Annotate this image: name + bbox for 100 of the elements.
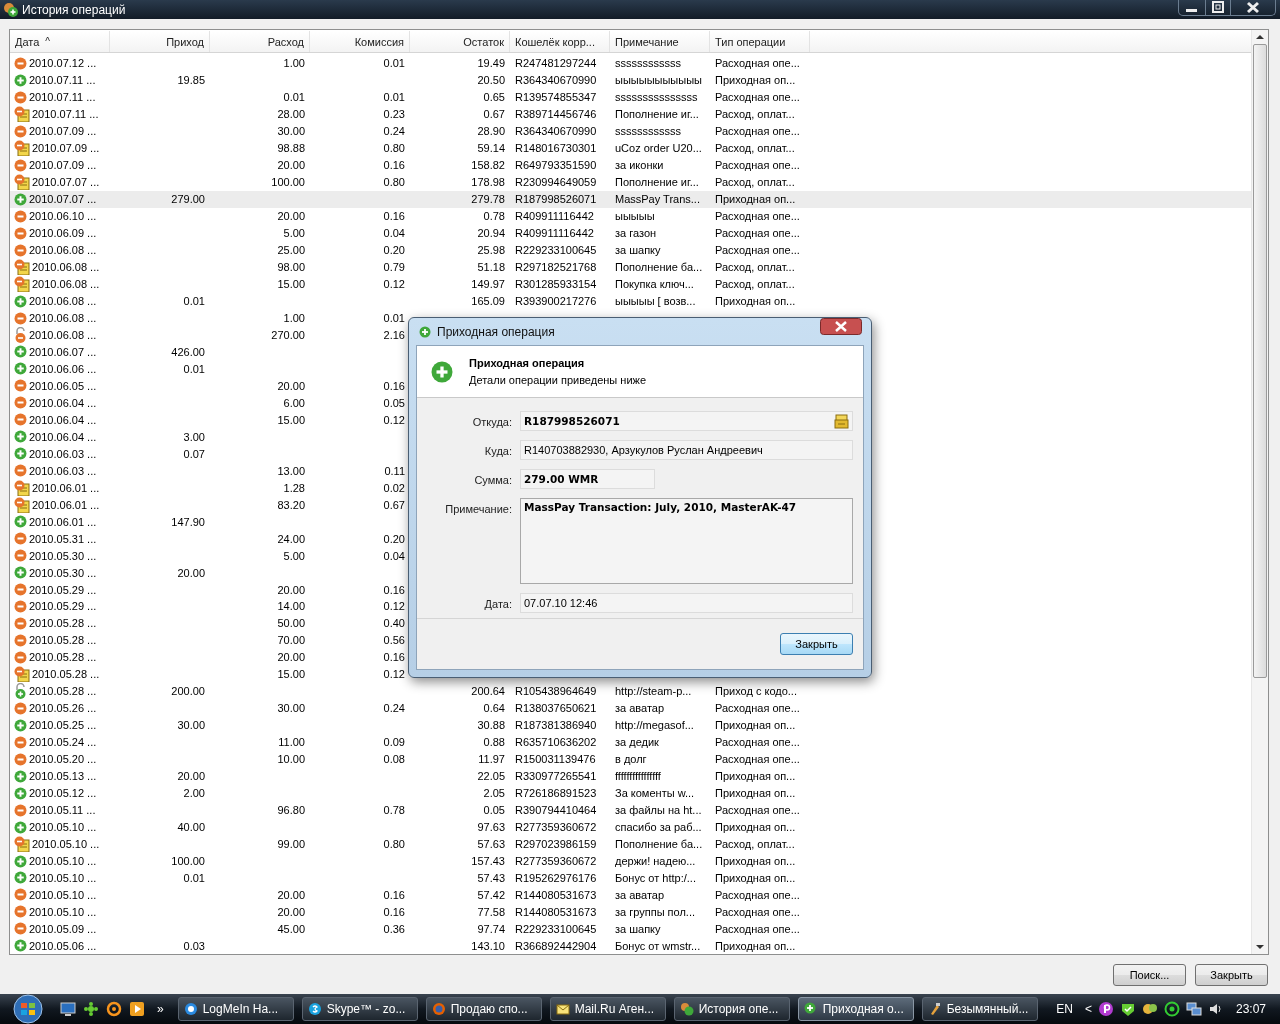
column-header[interactable]: Приход	[110, 31, 210, 52]
column-header[interactable]: Расход	[210, 31, 310, 52]
table-cell: 0.80	[383, 176, 405, 189]
table-cell: R409911116442	[515, 210, 594, 223]
date-cell: 2010.06.08 ...	[32, 261, 100, 274]
date-cell: 2010.06.08 ...	[29, 312, 97, 324]
selected-row[interactable]: 2010.07.07 ... 279.00 279.78 R187998526071 MassPay Trans... Приходная оп...	[10, 190, 1251, 208]
taskbar-button[interactable]: История опе...	[673, 997, 790, 1021]
browser-icon	[431, 1002, 446, 1016]
table-cell: Расходная опе...	[715, 159, 800, 172]
start-icon[interactable]	[10, 994, 46, 1024]
taskbar-button[interactable]: Продаю спо...	[425, 997, 542, 1021]
date-cell: 2010.05.29 ...	[29, 583, 97, 596]
play-icon[interactable]	[129, 1001, 145, 1017]
table-cell: 0.07	[183, 447, 205, 460]
text-field[interactable]: R140703882930, Арзукулов Руслан Андреевич	[520, 440, 853, 460]
taskbar-button[interactable]: LogMeIn На...	[177, 997, 294, 1021]
table-cell: за файлы на ht...	[615, 804, 702, 817]
table-cell: за группы пол...	[615, 905, 696, 918]
table-cell: 77.58	[477, 905, 505, 918]
date-cell: 2010.05.10 ...	[29, 821, 97, 834]
search-button[interactable]: Поиск...	[1113, 963, 1186, 986]
date-cell: 2010.06.05 ...	[29, 379, 97, 392]
date-cell: 2010.06.04 ...	[29, 413, 97, 426]
table-cell: R148016730301	[515, 142, 597, 155]
tray-expand-button[interactable]: <	[1084, 1002, 1092, 1016]
table-cell: ssssssssssss	[615, 125, 681, 138]
text-field[interactable]: 279.00 WMR	[520, 469, 655, 489]
table-cell: Пополнение иг...	[615, 176, 699, 189]
table-cell: Пополнение ба...	[615, 838, 703, 851]
table-cell: 13.00	[277, 464, 305, 477]
table-cell: Приход с кодо...	[715, 685, 797, 698]
people-icon[interactable]	[1141, 1001, 1158, 1017]
monitor-icon[interactable]	[60, 1001, 76, 1017]
table-cell: 24.00	[277, 532, 305, 545]
table-cell: Расход, оплат...	[715, 838, 795, 851]
coins-icon	[679, 1002, 694, 1016]
note-field[interactable]: MassPay Transaction: July, 2010, MasterAK-47	[520, 498, 853, 584]
date-cell: 2010.05.10 ...	[32, 838, 100, 851]
table-cell: 14.00	[277, 600, 305, 613]
language-indicator[interactable]: EN	[1056, 1002, 1073, 1016]
table-cell: 0.12	[383, 278, 405, 291]
document-minus-icon	[14, 276, 30, 293]
column-header[interactable]: Тип операции	[710, 31, 810, 52]
table-cell: 426.00	[171, 345, 205, 358]
plus-circle-icon	[14, 786, 27, 800]
table-cell: 0.11	[384, 464, 405, 477]
table-cell: 0.65	[483, 91, 505, 104]
table-cell: R635710636202	[515, 736, 597, 749]
date-cell: 2010.05.30 ...	[29, 566, 97, 579]
table-cell: 0.20	[383, 532, 405, 545]
close-icon[interactable]	[820, 318, 862, 335]
table-cell: 51.18	[477, 261, 505, 274]
taskbar-button[interactable]: Skype™ - zo...	[301, 997, 418, 1021]
table-cell: 25.98	[477, 244, 505, 257]
column-header[interactable]: Дата ^	[10, 31, 110, 52]
table-cell: 0.01	[183, 295, 205, 308]
minus-circle-icon	[14, 549, 27, 563]
table-cell: R229233100645	[515, 922, 597, 935]
date-cell: 2010.06.03 ...	[29, 447, 97, 460]
column-header[interactable]: Остаток	[410, 31, 510, 52]
network-icon[interactable]	[1185, 1001, 1202, 1017]
date-cell: 2010.07.12 ...	[29, 57, 97, 70]
shield-check-icon[interactable]	[1119, 1001, 1136, 1017]
p-circle-icon[interactable]	[1097, 1001, 1114, 1017]
scrollbar-thumb[interactable]	[1253, 44, 1267, 678]
minus-circle-icon	[14, 396, 27, 410]
table-cell: 2.00	[183, 787, 205, 800]
table-cell: 28.00	[277, 108, 305, 121]
document-minus-icon	[14, 174, 30, 191]
close-button[interactable]: Закрыть	[1195, 963, 1268, 986]
column-header[interactable]: Примечание	[610, 31, 710, 52]
column-header[interactable]: Комиссия	[310, 31, 410, 52]
close-button[interactable]: Закрыть	[780, 633, 853, 655]
table-cell: R105438964649	[515, 685, 597, 698]
text-field[interactable]: 07.07.10 12:46	[520, 593, 853, 613]
table-cell: ыыыыы	[615, 210, 655, 223]
volume-icon[interactable]	[1207, 1001, 1224, 1017]
table-cell: uCoz order U20...	[615, 142, 702, 155]
taskbar-button[interactable]: Приходная о...	[797, 997, 914, 1021]
date-cell: 2010.07.09 ...	[29, 125, 97, 138]
table-cell: 0.12	[383, 600, 405, 613]
table-cell: 20.94	[477, 227, 505, 240]
more-button[interactable]: »	[157, 1002, 164, 1016]
table-cell: MassPay Trans...	[615, 193, 700, 206]
text-field[interactable]: R187998526071	[520, 411, 853, 431]
wallet-icon[interactable]	[834, 413, 849, 429]
plus-circle-icon	[14, 362, 27, 376]
column-header[interactable]: Кошелёк корр...	[510, 31, 610, 52]
table-cell: 0.16	[383, 210, 405, 223]
table-cell: 20.00	[277, 159, 305, 172]
table-cell: 0.79	[383, 261, 405, 274]
plus-circle-icon	[14, 718, 27, 732]
flower-icon[interactable]	[83, 1001, 99, 1017]
taskbar-button[interactable]: Безымянный...	[921, 997, 1038, 1021]
document-minus-icon	[14, 666, 30, 683]
table-cell: 96.80	[277, 804, 305, 817]
table-cell: 0.36	[383, 922, 405, 935]
taskbar-button[interactable]: Mail.Ru Аген...	[549, 997, 666, 1021]
clock[interactable]: 23:07	[1235, 1002, 1266, 1016]
